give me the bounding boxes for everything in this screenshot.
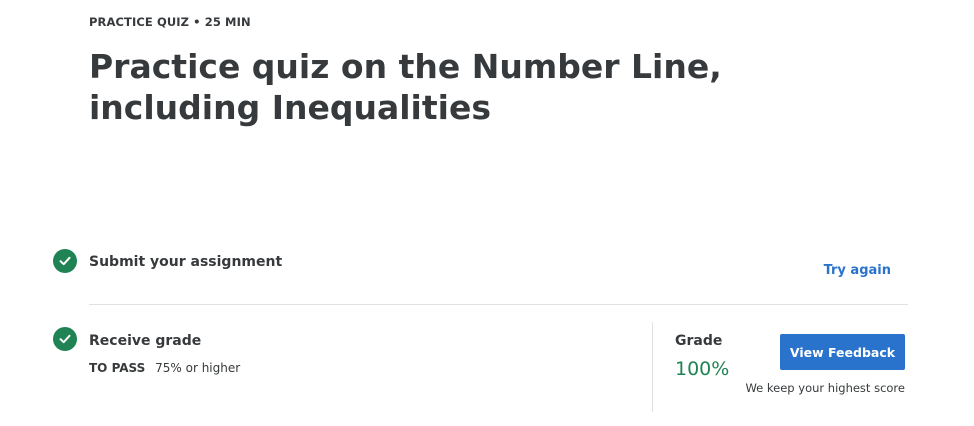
quiz-page: PRACTICE QUIZ • 25 MIN Practice quiz on …: [0, 0, 974, 426]
try-again-link[interactable]: Try again: [824, 263, 891, 278]
highest-score-note: We keep your highest score: [745, 381, 905, 395]
grade-label: Grade: [675, 333, 723, 349]
grade-value: 100%: [675, 358, 730, 380]
submit-assignment-label: Submit your assignment: [89, 254, 283, 270]
view-feedback-button[interactable]: View Feedback: [780, 334, 905, 370]
grade-divider: [652, 322, 653, 412]
receive-grade-label: Receive grade: [89, 333, 202, 349]
page-title: Practice quiz on the Number Line, includ…: [89, 47, 722, 127]
pass-requirement-key: TO PASS: [89, 361, 146, 375]
section-divider: [89, 304, 908, 305]
check-circle-icon: [53, 249, 77, 273]
pass-requirement: TO PASS 75% or higher: [89, 361, 240, 375]
check-circle-icon: [53, 327, 77, 351]
pass-requirement-value: 75% or higher: [155, 361, 241, 375]
quiz-meta: PRACTICE QUIZ • 25 MIN: [89, 15, 251, 29]
